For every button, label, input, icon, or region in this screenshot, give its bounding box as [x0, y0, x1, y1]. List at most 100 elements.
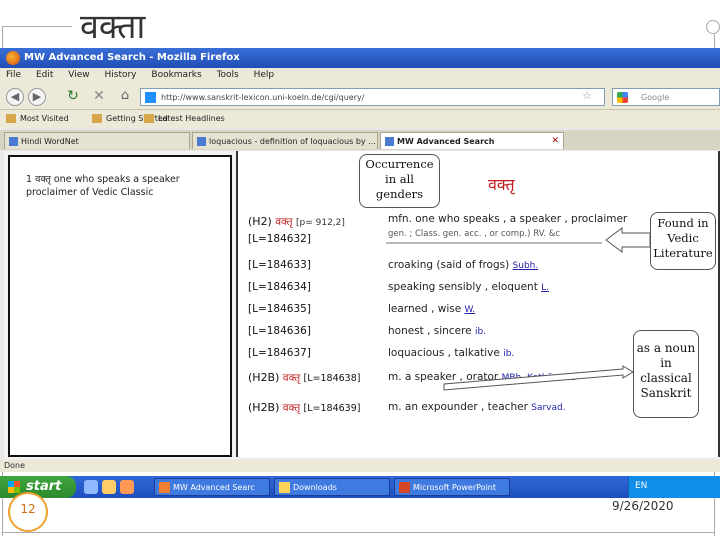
menu-bookmarks[interactable]: Bookmarks	[145, 68, 207, 80]
menu-help[interactable]: Help	[248, 68, 281, 80]
entry-lnum: [L=184638]	[303, 373, 361, 384]
frame-line-bottom	[2, 532, 715, 533]
url-input[interactable]: http://www.sanskrit-lexicon.uni-koeln.de…	[140, 88, 605, 106]
slide-title: वक्ता	[80, 7, 146, 47]
entry-row-h2b: (H2B) वक्तृ [L=184639]	[248, 401, 360, 415]
tab-favicon-icon	[385, 137, 394, 146]
frame-circle-decoration	[706, 20, 720, 34]
entry-lnum: [L=184636]	[248, 325, 311, 337]
definition-text: croaking (said of frogs)	[388, 259, 510, 271]
system-tray: EN	[628, 476, 720, 498]
definition-text: speaking sensibly , eloquent	[388, 281, 538, 293]
status-bar: Done	[0, 460, 720, 472]
language-indicator[interactable]: EN	[635, 481, 647, 491]
entry-devanagari: वक्तृ	[282, 372, 301, 384]
task-powerpoint[interactable]: Microsoft PowerPoint	[394, 478, 510, 496]
tab-strip: Hindi WordNet loquacious - definition of…	[0, 130, 720, 150]
entry-hom-label: (H2B)	[248, 401, 280, 414]
left-frame-text: 1 वक्तृ one who speaks a speaker proclai…	[26, 174, 180, 198]
close-tab-icon[interactable]: ✕	[551, 136, 559, 146]
entry-row-h2b: (H2B) वक्तृ [L=184638]	[248, 371, 360, 385]
definition-text: m. a speaker , orator	[388, 371, 499, 383]
navigation-toolbar: ◀ ▶ ↻ ✕ ⌂ http://www.sanskrit-lexicon.un…	[0, 84, 720, 110]
search-input[interactable]: Google	[612, 88, 720, 106]
entry-definition: learned , wise W.	[388, 303, 475, 315]
quicklaunch-ie-icon[interactable]	[84, 480, 98, 494]
url-text: http://www.sanskrit-lexicon.uni-koeln.de…	[161, 93, 365, 102]
tab-hindi-wordnet[interactable]: Hindi WordNet	[4, 132, 190, 149]
stop-icon[interactable]: ✕	[90, 88, 108, 106]
bookmark-latest-headlines[interactable]: Latest Headlines	[144, 114, 225, 123]
entry-definition: honest , sincere ib.	[388, 325, 486, 337]
entry-devanagari: वक्तृ	[275, 216, 293, 228]
entry-row-header: (H2) वक्तृ [p= 912,2]	[248, 215, 345, 229]
entry-lnum: [L=184633]	[248, 259, 311, 271]
tab-label: loquacious - definition of loquacious by…	[209, 137, 376, 146]
firefox-window: MW Advanced Search - Mozilla Firefox Fil…	[0, 48, 720, 472]
forward-arrow-icon[interactable]: ▶	[28, 88, 46, 106]
definition-text: m. an expounder , teacher	[388, 401, 528, 413]
slide-date: 9/26/2020	[612, 499, 674, 513]
site-favicon-icon	[145, 92, 156, 103]
powerpoint-icon	[399, 482, 410, 493]
callout-vedic: Found in Vedic Literature	[650, 212, 716, 270]
tab-mw-advanced-search[interactable]: MW Advanced Search ✕	[380, 132, 564, 149]
back-arrow-icon[interactable]: ◀	[6, 88, 24, 106]
source-link[interactable]: W.	[465, 305, 476, 315]
window-titlebar: MW Advanced Search - Mozilla Firefox	[0, 48, 720, 68]
tab-favicon-icon	[9, 137, 18, 146]
source-link[interactable]: Sarvad.	[531, 403, 565, 413]
source-link[interactable]: L.	[541, 283, 549, 293]
entry-definition: m. an expounder , teacher Sarvad.	[388, 401, 566, 413]
entry-lnum: [L=184639]	[303, 403, 361, 414]
tab-loquacious[interactable]: loquacious - definition of loquacious by…	[192, 132, 378, 149]
bookmark-most-visited[interactable]: Most Visited	[6, 114, 69, 123]
home-icon[interactable]: ⌂	[116, 88, 134, 106]
quicklaunch-folder-icon[interactable]	[102, 480, 116, 494]
tab-favicon-icon	[197, 137, 206, 146]
task-downloads[interactable]: Downloads	[274, 478, 390, 496]
frame-line-top	[2, 26, 72, 27]
entry-definition: croaking (said of frogs) Subh.	[388, 259, 538, 271]
google-icon	[617, 92, 628, 103]
entry-definition: mfn. one who speaks , a speaker , procla…	[388, 213, 628, 225]
entry-definition: loquacious , talkative ib.	[388, 347, 514, 359]
callout-genders: Occurrence in all genders	[359, 154, 440, 208]
left-frame: 1 वक्तृ one who speaks a speaker proclai…	[8, 155, 232, 457]
menu-file[interactable]: File	[0, 68, 27, 80]
entry-definition-sub: gen. ; Class. gen. acc. , or comp.) RV. …	[388, 229, 561, 239]
menu-history[interactable]: History	[98, 68, 142, 80]
quicklaunch-firefox-icon[interactable]	[120, 480, 134, 494]
tab-label: MW Advanced Search	[397, 137, 495, 146]
tab-label: Hindi WordNet	[21, 137, 79, 146]
menu-tools[interactable]: Tools	[211, 68, 245, 80]
windows-taskbar: start MW Advanced Searc Downloads Micros…	[0, 476, 720, 498]
entry-hom-label: (H2B)	[248, 371, 280, 384]
definition-text: honest , sincere	[388, 325, 472, 337]
entry-lnum: [L=184632]	[248, 233, 311, 245]
entry-lnum: [L=184635]	[248, 303, 311, 315]
reload-icon[interactable]: ↻	[64, 88, 82, 106]
entry-headword: वक्तृ	[488, 175, 515, 194]
task-firefox[interactable]: MW Advanced Searc	[154, 478, 270, 496]
entry-devanagari: वक्तृ	[282, 402, 301, 414]
folder-icon	[279, 482, 290, 493]
source-link[interactable]: ib.	[475, 327, 486, 337]
source-link[interactable]: ib.	[503, 349, 514, 359]
task-label: Downloads	[293, 483, 337, 492]
menu-view[interactable]: View	[62, 68, 95, 80]
entry-definition: speaking sensibly , eloquent L.	[388, 281, 549, 293]
entry-hom-label: (H2)	[248, 215, 272, 228]
search-placeholder: Google	[641, 93, 670, 102]
entry-page-ref[interactable]: [p= 912,2]	[296, 218, 345, 228]
entry-lnum: [L=184637]	[248, 347, 311, 359]
bookmark-star-icon[interactable]: ☆	[578, 88, 596, 106]
bookmarks-toolbar: Most Visited Getting Started Latest Head…	[0, 110, 720, 128]
definition-text: learned , wise	[388, 303, 462, 315]
entry-lnum: [L=184634]	[248, 281, 311, 293]
source-link[interactable]: MBh. Kathās. &c	[502, 373, 576, 383]
definition-text: loquacious , talkative	[388, 347, 500, 359]
menu-edit[interactable]: Edit	[30, 68, 59, 80]
callout-classical: as a noun in classical Sanskrit	[633, 330, 699, 418]
source-link[interactable]: Subh.	[513, 261, 539, 271]
